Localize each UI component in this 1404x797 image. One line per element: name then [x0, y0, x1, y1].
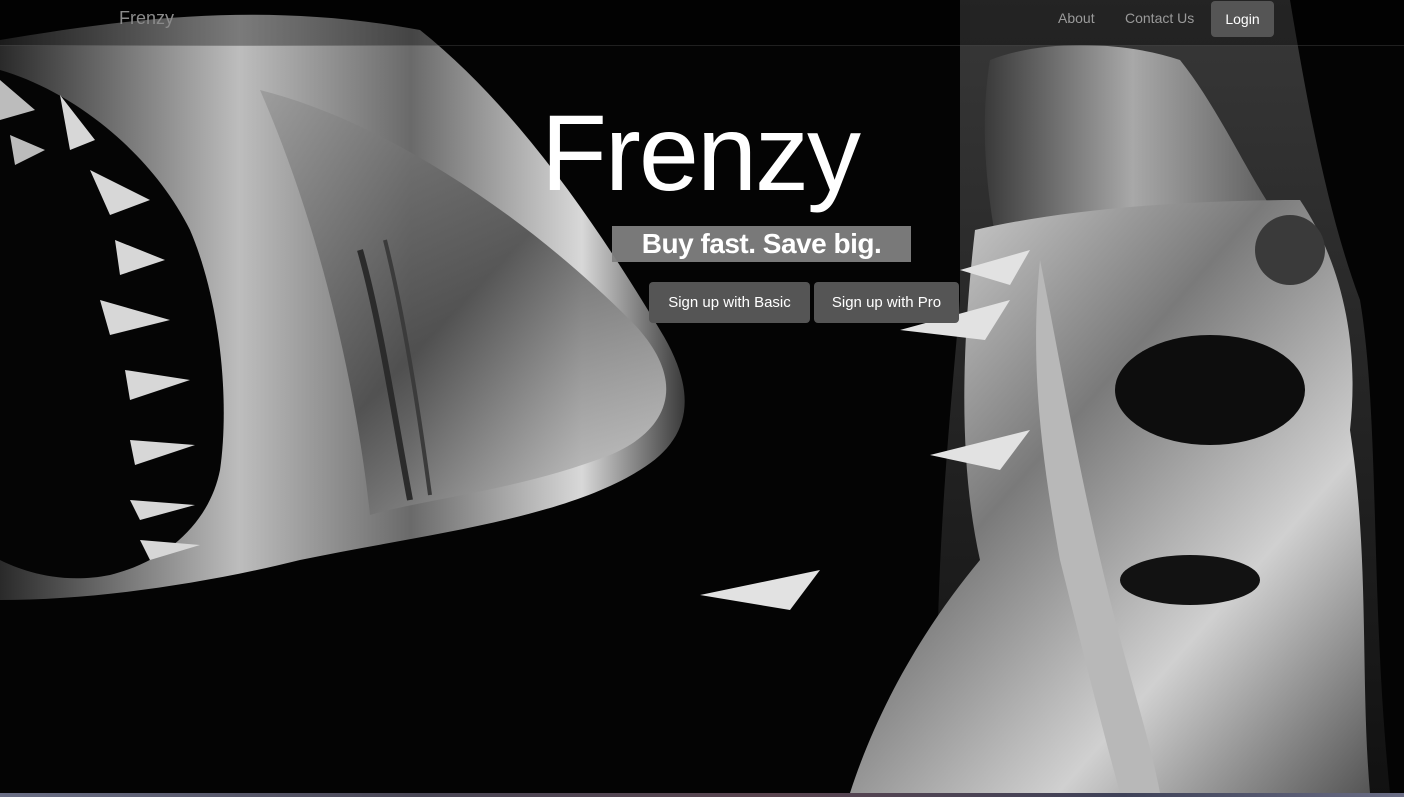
- signup-pro-button[interactable]: Sign up with Pro: [814, 282, 959, 323]
- login-button[interactable]: Login: [1211, 1, 1274, 37]
- signup-basic-button[interactable]: Sign up with Basic: [649, 282, 810, 323]
- top-navbar: Frenzy About Contact Us Login: [0, 0, 1404, 46]
- bottom-edge-strip: [0, 793, 1404, 797]
- nav-link-about[interactable]: About: [1058, 10, 1095, 26]
- nav-link-contact-us[interactable]: Contact Us: [1125, 10, 1194, 26]
- hero-title: Frenzy: [540, 92, 861, 213]
- brand-logo-link[interactable]: Frenzy: [119, 8, 174, 29]
- hero-tagline: Buy fast. Save big.: [612, 226, 911, 262]
- hero-section: Frenzy About Contact Us Login Frenzy Buy…: [0, 0, 1404, 793]
